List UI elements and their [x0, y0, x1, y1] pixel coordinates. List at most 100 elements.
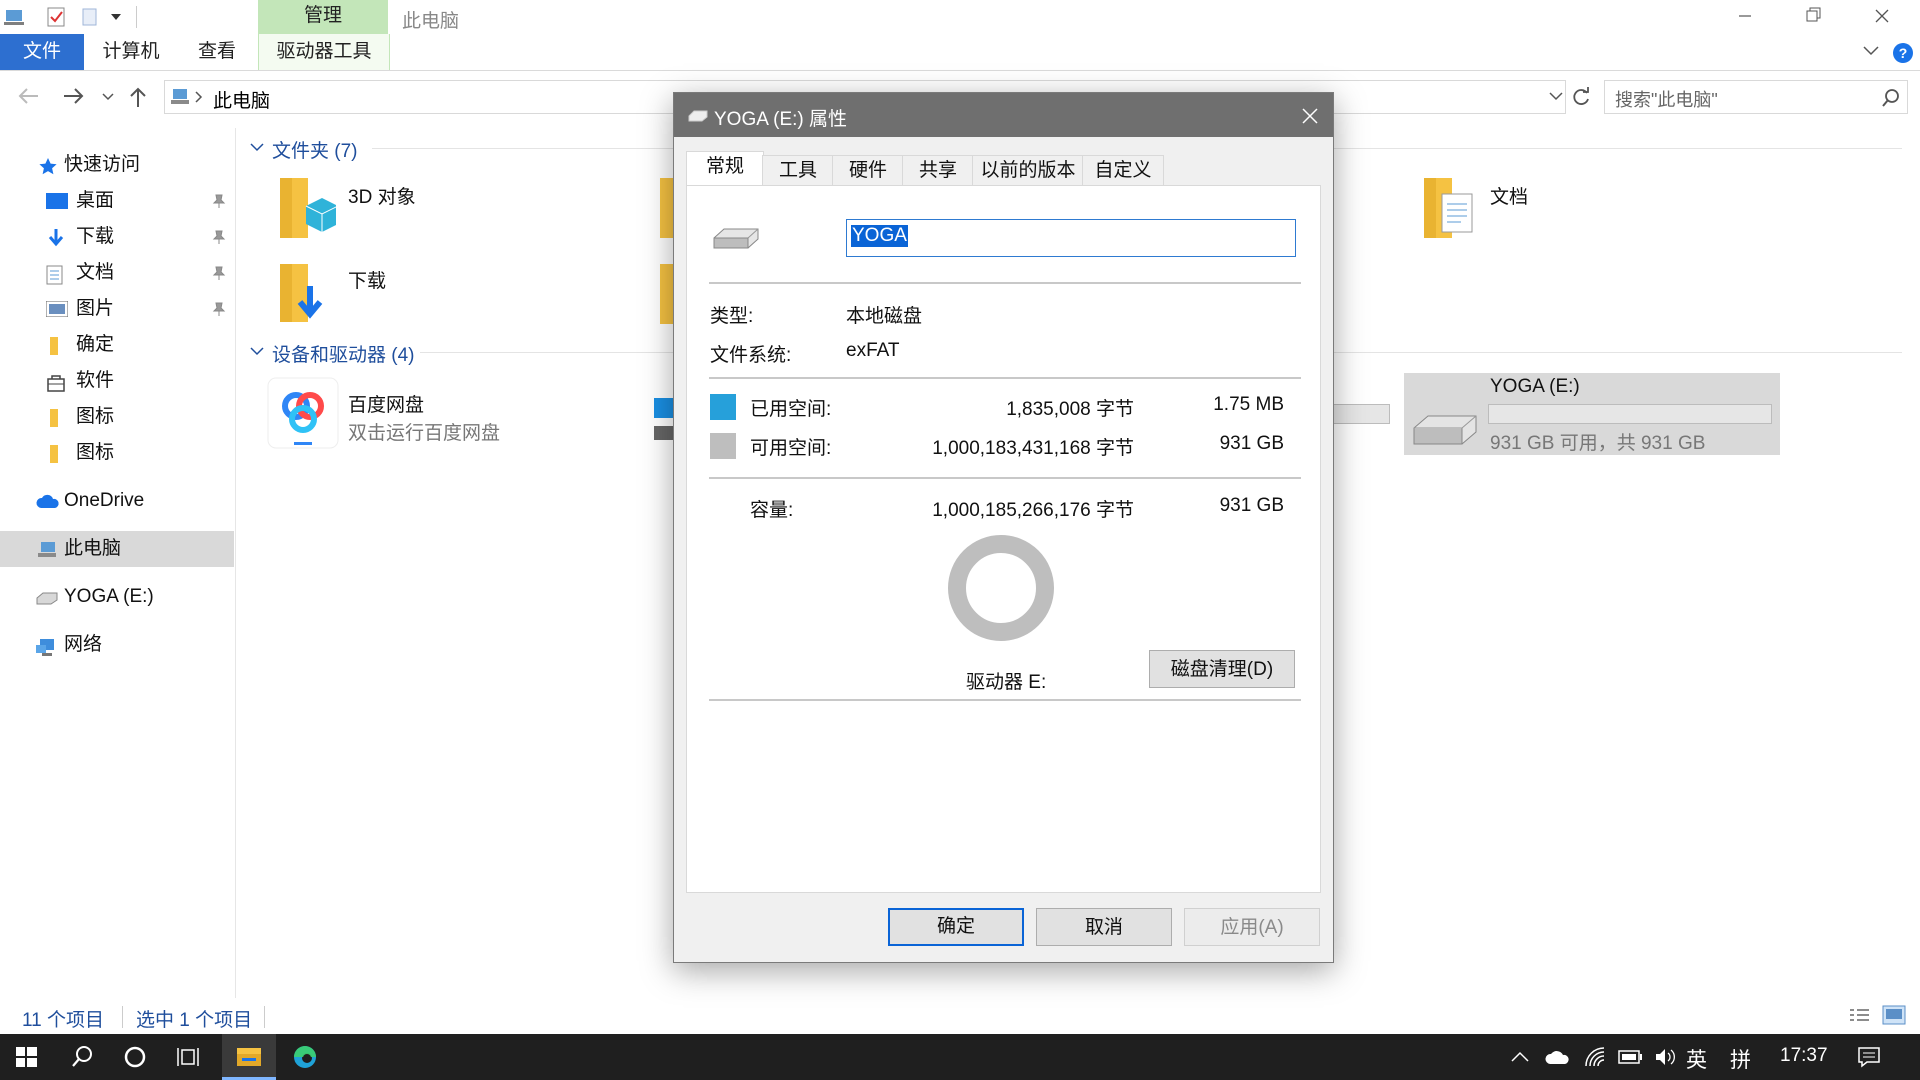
collapse-chevron-icon[interactable]: [250, 346, 264, 356]
up-arrow-icon[interactable]: [128, 86, 148, 108]
close-icon[interactable]: [1285, 93, 1333, 137]
expand-ribbon-icon[interactable]: [1862, 44, 1880, 58]
nav-item-folder[interactable]: 图标: [46, 401, 236, 433]
pin-icon[interactable]: [212, 302, 226, 316]
edge-browser-icon[interactable]: [278, 1034, 332, 1080]
folder-label[interactable]: 文档: [1490, 182, 1528, 209]
folder-label[interactable]: 3D 对象: [348, 182, 416, 209]
ime-language[interactable]: 英: [1686, 1044, 1707, 1074]
divider: [709, 699, 1301, 702]
breadcrumb[interactable]: 此电脑: [213, 86, 270, 113]
task-view-icon[interactable]: [162, 1034, 216, 1080]
tab-tools[interactable]: 工具: [762, 155, 834, 186]
forward-arrow-icon[interactable]: [62, 86, 86, 106]
ime-mode[interactable]: 拼: [1730, 1044, 1751, 1074]
recent-locations-chevron-icon[interactable]: [102, 92, 114, 102]
dialog-title: YOGA (E:) 属性: [714, 109, 848, 130]
baidu-subtitle: 双击运行百度网盘: [348, 423, 501, 444]
ok-button[interactable]: 确定: [888, 908, 1024, 946]
group-divider: [1332, 352, 1902, 353]
properties-icon[interactable]: [46, 6, 66, 28]
folder-icon: [46, 337, 66, 355]
tab-general[interactable]: 常规: [686, 151, 764, 186]
folder-label[interactable]: 下载: [348, 266, 386, 293]
folder-documents-icon[interactable]: [1420, 176, 1480, 242]
drive-icon: [1412, 408, 1478, 448]
pin-icon[interactable]: [212, 194, 226, 208]
tab-previous-versions[interactable]: 以前的版本: [972, 155, 1084, 186]
dialog-title-bar[interactable]: YOGA (E:) 属性: [674, 93, 1333, 137]
nav-item-desktop[interactable]: 桌面: [46, 185, 236, 217]
volume-icon[interactable]: [1654, 1047, 1676, 1067]
capacity-size: 931 GB: [1219, 495, 1284, 516]
window-title: 此电脑: [402, 11, 460, 32]
minimize-button[interactable]: [1712, 0, 1778, 34]
search-icon[interactable]: [54, 1034, 108, 1080]
windows-start-icon[interactable]: [0, 1034, 54, 1080]
nav-item-downloads[interactable]: 下载: [46, 221, 236, 253]
clock-time[interactable]: 17:37: [1780, 1045, 1828, 1067]
back-arrow-icon[interactable]: [16, 86, 40, 106]
star-icon: [38, 157, 58, 175]
document-icon: [46, 265, 66, 285]
nav-onedrive[interactable]: OneDrive: [36, 485, 226, 517]
restore-button[interactable]: [1780, 0, 1846, 34]
nav-item-folder[interactable]: 确定: [46, 329, 236, 361]
nav-item-folder[interactable]: 图标: [46, 437, 236, 469]
help-icon[interactable]: ?: [1892, 42, 1914, 64]
software-bag-icon: [46, 373, 66, 392]
tab-sharing[interactable]: 共享: [902, 155, 974, 186]
collapse-chevron-icon[interactable]: [250, 142, 264, 152]
nav-item-software[interactable]: 软件: [46, 365, 236, 397]
baidu-netdisk-icon[interactable]: [266, 376, 340, 450]
tab-hardware[interactable]: 硬件: [832, 155, 904, 186]
nav-quick-access[interactable]: 快速访问: [36, 149, 226, 181]
notification-center-icon[interactable]: [1858, 1046, 1880, 1068]
pin-icon[interactable]: [212, 230, 226, 244]
free-space-label: 可用空间:: [750, 438, 832, 459]
windows-drive-icon[interactable]: [652, 396, 673, 444]
title-bar: 管理 此电脑: [0, 0, 1920, 34]
cancel-button[interactable]: 取消: [1036, 908, 1172, 946]
volume-name-input[interactable]: YOGA: [846, 219, 1296, 257]
tab-drive-tools[interactable]: 驱动器工具: [258, 34, 390, 70]
wifi-icon[interactable]: [1584, 1046, 1606, 1068]
drives-group-header[interactable]: 设备和驱动器 (4): [272, 340, 415, 367]
search-input[interactable]: 搜索"此电脑": [1604, 80, 1908, 114]
manage-context-tab[interactable]: 管理: [258, 0, 388, 34]
nav-this-pc[interactable]: 此电脑: [36, 533, 226, 565]
large-icons-view-icon[interactable]: [1882, 1004, 1906, 1026]
baidu-name[interactable]: 百度网盘: [348, 390, 424, 417]
folders-group-header[interactable]: 文件夹 (7): [272, 136, 358, 163]
pin-icon[interactable]: [212, 266, 226, 280]
type-value: 本地磁盘: [846, 306, 923, 327]
nav-item-documents[interactable]: 文档: [46, 257, 236, 289]
refresh-icon[interactable]: [1570, 86, 1592, 108]
nav-yoga-drive[interactable]: YOGA (E:): [36, 581, 226, 613]
customize-toolbar-chevron-icon[interactable]: [110, 12, 122, 22]
tab-computer[interactable]: 计算机: [92, 34, 170, 70]
breadcrumb-chevron-icon[interactable]: [195, 91, 203, 103]
folder-3d-objects-icon[interactable]: [276, 176, 336, 242]
onedrive-tray-icon[interactable]: [1544, 1048, 1570, 1066]
folder-downloads-icon[interactable]: [276, 262, 336, 326]
nav-item-pictures[interactable]: 图片: [46, 293, 236, 325]
show-hidden-icons-chevron[interactable]: [1510, 1050, 1530, 1064]
details-view-icon[interactable]: [1848, 1006, 1870, 1026]
nav-network[interactable]: 网络: [36, 629, 226, 661]
drive-icon: [688, 109, 708, 123]
free-space-size: 931 GB: [1219, 433, 1284, 454]
new-folder-icon[interactable]: [82, 8, 98, 26]
tab-customize[interactable]: 自定义: [1082, 155, 1164, 186]
folder-icon[interactable]: [660, 264, 673, 324]
disk-cleanup-button[interactable]: 磁盘清理(D): [1149, 650, 1295, 688]
close-window-button[interactable]: [1848, 0, 1914, 34]
folder-icon[interactable]: [660, 178, 673, 238]
battery-icon[interactable]: [1618, 1049, 1644, 1065]
file-explorer-icon[interactable]: [222, 1034, 276, 1080]
tab-view[interactable]: 查看: [182, 34, 252, 70]
address-dropdown-icon[interactable]: [1549, 91, 1563, 103]
apply-button[interactable]: 应用(A): [1184, 908, 1320, 946]
cortana-icon[interactable]: [108, 1034, 162, 1080]
tab-file[interactable]: 文件: [0, 34, 84, 70]
